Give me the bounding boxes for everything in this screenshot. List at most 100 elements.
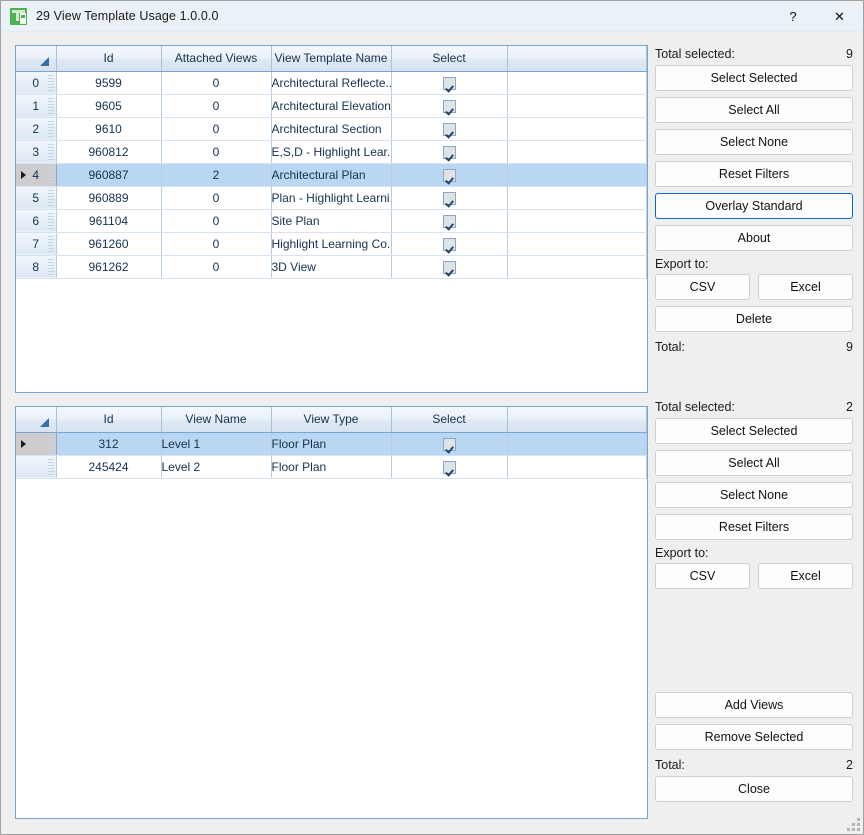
cell-name[interactable]: Architectural Reflecte...	[271, 71, 392, 95]
cell-attached-views[interactable]: 0	[161, 255, 272, 279]
table-row[interactable]: 6 961104 0 Site Plan	[16, 209, 647, 233]
top-select-selected-button[interactable]: Select Selected	[655, 65, 853, 91]
bottom-export-excel-button[interactable]: Excel	[758, 563, 853, 589]
cell-name[interactable]: 3D View	[271, 255, 392, 279]
row-select-checkbox[interactable]	[442, 122, 456, 136]
column-header-view-type[interactable]: View Type	[271, 407, 392, 433]
cell-name[interactable]: Architectural Section	[271, 117, 392, 141]
cell-select[interactable]	[391, 71, 508, 95]
cell-select[interactable]	[391, 140, 508, 164]
row-header-cell[interactable]: 1	[16, 94, 57, 118]
column-header-id[interactable]: Id	[56, 407, 162, 433]
view-templates-grid[interactable]: Id Attached Views View Template Name Sel…	[15, 45, 648, 393]
row-resize-grip[interactable]	[47, 120, 54, 137]
row-resize-grip[interactable]	[47, 143, 54, 160]
row-resize-grip[interactable]	[47, 166, 54, 183]
cell-attached-views[interactable]: 2	[161, 163, 272, 187]
cell-name[interactable]: Architectural Elevation	[271, 94, 392, 118]
delete-button[interactable]: Delete	[655, 306, 853, 332]
row-select-checkbox[interactable]	[442, 76, 456, 90]
cell-select[interactable]	[391, 455, 508, 479]
cell-id[interactable]: 961260	[56, 232, 162, 256]
column-header-select[interactable]: Select	[391, 46, 508, 72]
table-row[interactable]: 0 9599 0 Architectural Reflecte...	[16, 71, 647, 95]
row-select-checkbox[interactable]	[442, 191, 456, 205]
row-resize-grip[interactable]	[47, 235, 54, 252]
top-export-excel-button[interactable]: Excel	[758, 274, 853, 300]
cell-id[interactable]: 312	[56, 432, 162, 456]
help-button[interactable]: ?	[770, 1, 816, 32]
row-header-cell[interactable]: 5	[16, 186, 57, 210]
row-resize-grip[interactable]	[47, 74, 54, 91]
close-button[interactable]: Close	[655, 776, 853, 802]
row-header-cell[interactable]: 7	[16, 232, 57, 256]
cell-id[interactable]: 960812	[56, 140, 162, 164]
about-button[interactable]: About	[655, 225, 853, 251]
table-row[interactable]: 7 961260 0 Highlight Learning Co...	[16, 232, 647, 256]
resize-grip[interactable]	[847, 818, 860, 831]
bottom-export-csv-button[interactable]: CSV	[655, 563, 750, 589]
views-grid[interactable]: Id View Name View Type Select 312 Level 1…	[15, 406, 648, 819]
row-header-cell[interactable]: 4	[16, 163, 57, 187]
table-row[interactable]: 8 961262 0 3D View	[16, 255, 647, 279]
row-select-checkbox[interactable]	[442, 260, 456, 274]
cell-select[interactable]	[391, 432, 508, 456]
row-resize-grip[interactable]	[47, 258, 54, 275]
cell-id[interactable]: 960887	[56, 163, 162, 187]
cell-attached-views[interactable]: 0	[161, 140, 272, 164]
cell-select[interactable]	[391, 94, 508, 118]
select-all-corner-header[interactable]	[16, 46, 57, 72]
cell-select[interactable]	[391, 186, 508, 210]
column-header-view-name[interactable]: View Name	[161, 407, 272, 433]
cell-select[interactable]	[391, 232, 508, 256]
cell-name[interactable]: Architectural Plan	[271, 163, 392, 187]
row-select-checkbox[interactable]	[442, 99, 456, 113]
row-select-checkbox[interactable]	[442, 460, 456, 474]
row-select-checkbox[interactable]	[442, 168, 456, 182]
bottom-select-all-button[interactable]: Select All	[655, 450, 853, 476]
row-select-checkbox[interactable]	[442, 214, 456, 228]
top-reset-filters-button[interactable]: Reset Filters	[655, 161, 853, 187]
cell-id[interactable]: 9599	[56, 71, 162, 95]
row-header-cell[interactable]	[16, 432, 57, 456]
top-select-none-button[interactable]: Select None	[655, 129, 853, 155]
cell-attached-views[interactable]: 0	[161, 94, 272, 118]
select-all-corner-header[interactable]	[16, 407, 57, 433]
table-row[interactable]: 2 9610 0 Architectural Section	[16, 117, 647, 141]
row-header-cell[interactable]: 3	[16, 140, 57, 164]
row-resize-grip[interactable]	[47, 458, 54, 475]
cell-name[interactable]: Plan - Highlight Learni...	[271, 186, 392, 210]
row-header-cell[interactable]: 6	[16, 209, 57, 233]
remove-selected-button[interactable]: Remove Selected	[655, 724, 853, 750]
close-icon[interactable]: ✕	[816, 1, 863, 32]
top-export-csv-button[interactable]: CSV	[655, 274, 750, 300]
table-row[interactable]: 4 960887 2 Architectural Plan	[16, 163, 647, 187]
cell-select[interactable]	[391, 255, 508, 279]
bottom-select-selected-button[interactable]: Select Selected	[655, 418, 853, 444]
cell-select[interactable]	[391, 117, 508, 141]
cell-view-name[interactable]: Level 1	[161, 432, 272, 456]
cell-id[interactable]: 960889	[56, 186, 162, 210]
row-header-cell[interactable]: 2	[16, 117, 57, 141]
cell-name[interactable]: Site Plan	[271, 209, 392, 233]
cell-id[interactable]: 9605	[56, 94, 162, 118]
cell-attached-views[interactable]: 0	[161, 209, 272, 233]
table-row[interactable]: 312 Level 1 Floor Plan	[16, 432, 647, 456]
bottom-select-none-button[interactable]: Select None	[655, 482, 853, 508]
row-resize-grip[interactable]	[47, 97, 54, 114]
cell-id[interactable]: 961262	[56, 255, 162, 279]
cell-name[interactable]: E,S,D - Highlight Lear...	[271, 140, 392, 164]
row-select-checkbox[interactable]	[442, 237, 456, 251]
cell-attached-views[interactable]: 0	[161, 71, 272, 95]
bottom-reset-filters-button[interactable]: Reset Filters	[655, 514, 853, 540]
cell-view-type[interactable]: Floor Plan	[271, 432, 392, 456]
row-select-checkbox[interactable]	[442, 437, 456, 451]
table-row[interactable]: 3 960812 0 E,S,D - Highlight Lear...	[16, 140, 647, 164]
table-row[interactable]: 5 960889 0 Plan - Highlight Learni...	[16, 186, 647, 210]
row-header-cell[interactable]: 0	[16, 71, 57, 95]
cell-id[interactable]: 961104	[56, 209, 162, 233]
cell-select[interactable]	[391, 163, 508, 187]
column-header-id[interactable]: Id	[56, 46, 162, 72]
cell-attached-views[interactable]: 0	[161, 232, 272, 256]
cell-attached-views[interactable]: 0	[161, 186, 272, 210]
